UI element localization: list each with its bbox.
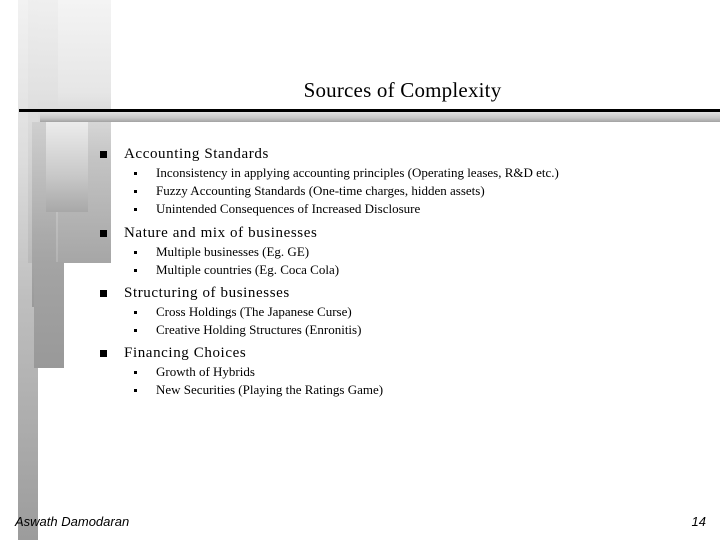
filled-square-icon xyxy=(100,350,107,357)
decorative-block-inner xyxy=(46,122,88,212)
sub-bullet-item: Inconsistency in applying accounting pri… xyxy=(96,164,696,182)
small-square-dot-icon xyxy=(134,172,137,175)
small-square-dot-icon xyxy=(134,329,137,332)
title-shadow-bar xyxy=(40,112,720,122)
sub-bullet-label: Inconsistency in applying accounting pri… xyxy=(156,165,559,180)
small-square-dot-icon xyxy=(134,190,137,193)
bullet-group: Structuring of businesses Cross Holdings… xyxy=(96,284,696,342)
small-square-dot-icon xyxy=(134,208,137,211)
sub-bullet-label: Multiple businesses (Eg. GE) xyxy=(156,244,310,259)
sub-bullet-label: New Securities (Playing the Ratings Game… xyxy=(156,382,384,397)
sub-bullet-item: Unintended Consequences of Increased Dis… xyxy=(96,200,696,218)
bullet-item: Nature and mix of businesses xyxy=(96,224,696,243)
small-square-dot-icon xyxy=(134,371,137,374)
filled-square-icon xyxy=(100,290,107,297)
decorative-block-lower xyxy=(34,262,64,368)
footer-author: Aswath Damodaran xyxy=(15,514,130,529)
bullet-group: Financing Choices Growth of Hybrids New … xyxy=(96,344,696,399)
sub-bullet-item: Multiple businesses (Eg. GE) xyxy=(96,243,696,261)
bullet-item: Structuring of businesses xyxy=(96,284,696,303)
bullet-label: Nature and mix of businesses xyxy=(124,225,318,241)
sub-bullet-item: Cross Holdings (The Japanese Curse) xyxy=(96,303,696,321)
sub-bullet-item: New Securities (Playing the Ratings Game… xyxy=(96,381,696,399)
bullet-list: Accounting Standards Inconsistency in ap… xyxy=(96,145,696,401)
small-square-dot-icon xyxy=(134,389,137,392)
bullet-item: Financing Choices xyxy=(96,344,696,363)
small-square-dot-icon xyxy=(134,269,137,272)
bullet-group: Accounting Standards Inconsistency in ap… xyxy=(96,145,696,222)
sub-bullet-item: Multiple countries (Eg. Coca Cola) xyxy=(96,261,696,279)
filled-square-icon xyxy=(100,151,107,158)
small-square-dot-icon xyxy=(134,311,137,314)
sub-bullet-item: Fuzzy Accounting Standards (One-time cha… xyxy=(96,182,696,200)
sub-bullet-label: Creative Holding Structures (Enronitis) xyxy=(156,322,362,337)
filled-square-icon xyxy=(100,230,107,237)
sub-bullet-label: Cross Holdings (The Japanese Curse) xyxy=(156,304,352,319)
page-number: 14 xyxy=(691,514,706,529)
slide-title: Sources of Complexity xyxy=(303,78,502,102)
sub-bullet-label: Growth of Hybrids xyxy=(156,364,255,379)
sub-bullet-label: Fuzzy Accounting Standards (One-time cha… xyxy=(156,183,485,198)
small-square-dot-icon xyxy=(134,251,137,254)
bullet-label: Accounting Standards xyxy=(124,146,269,162)
sub-bullet-label: Unintended Consequences of Increased Dis… xyxy=(156,201,421,216)
sub-bullet-item: Creative Holding Structures (Enronitis) xyxy=(96,321,696,339)
bullet-label: Structuring of businesses xyxy=(124,285,290,301)
bullet-label: Financing Choices xyxy=(124,345,247,361)
bullet-item: Accounting Standards xyxy=(96,145,696,164)
bullet-group: Nature and mix of businesses Multiple bu… xyxy=(96,224,696,282)
sub-bullet-item: Growth of Hybrids xyxy=(96,363,696,381)
sub-bullet-label: Multiple countries (Eg. Coca Cola) xyxy=(156,262,340,277)
